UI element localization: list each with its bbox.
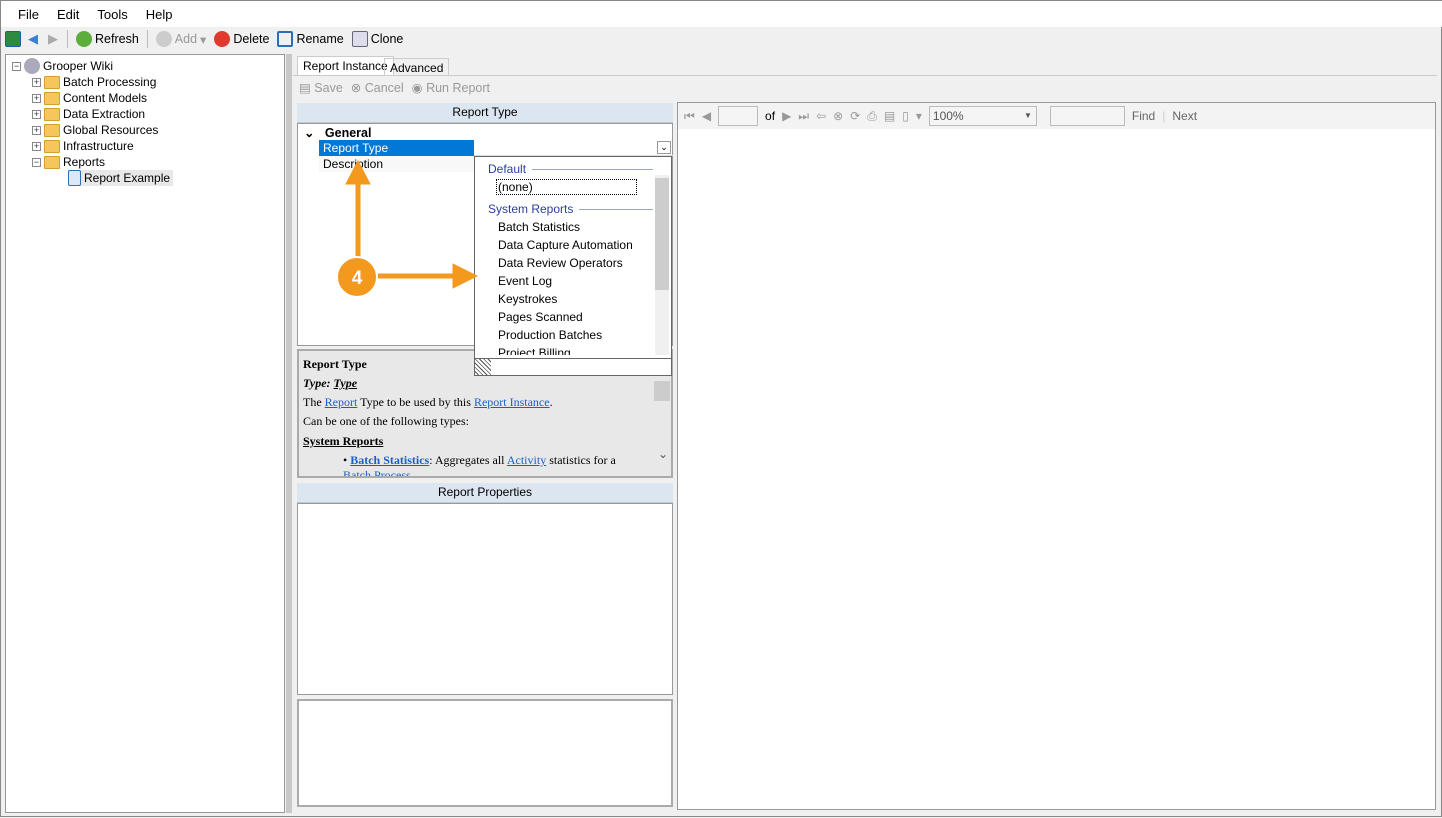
callout-annotation: 4 <box>336 159 479 298</box>
callout-arrowhead-up <box>345 159 371 185</box>
callout-arrowhead-right <box>452 263 479 289</box>
callout-number: 4 <box>352 268 363 289</box>
